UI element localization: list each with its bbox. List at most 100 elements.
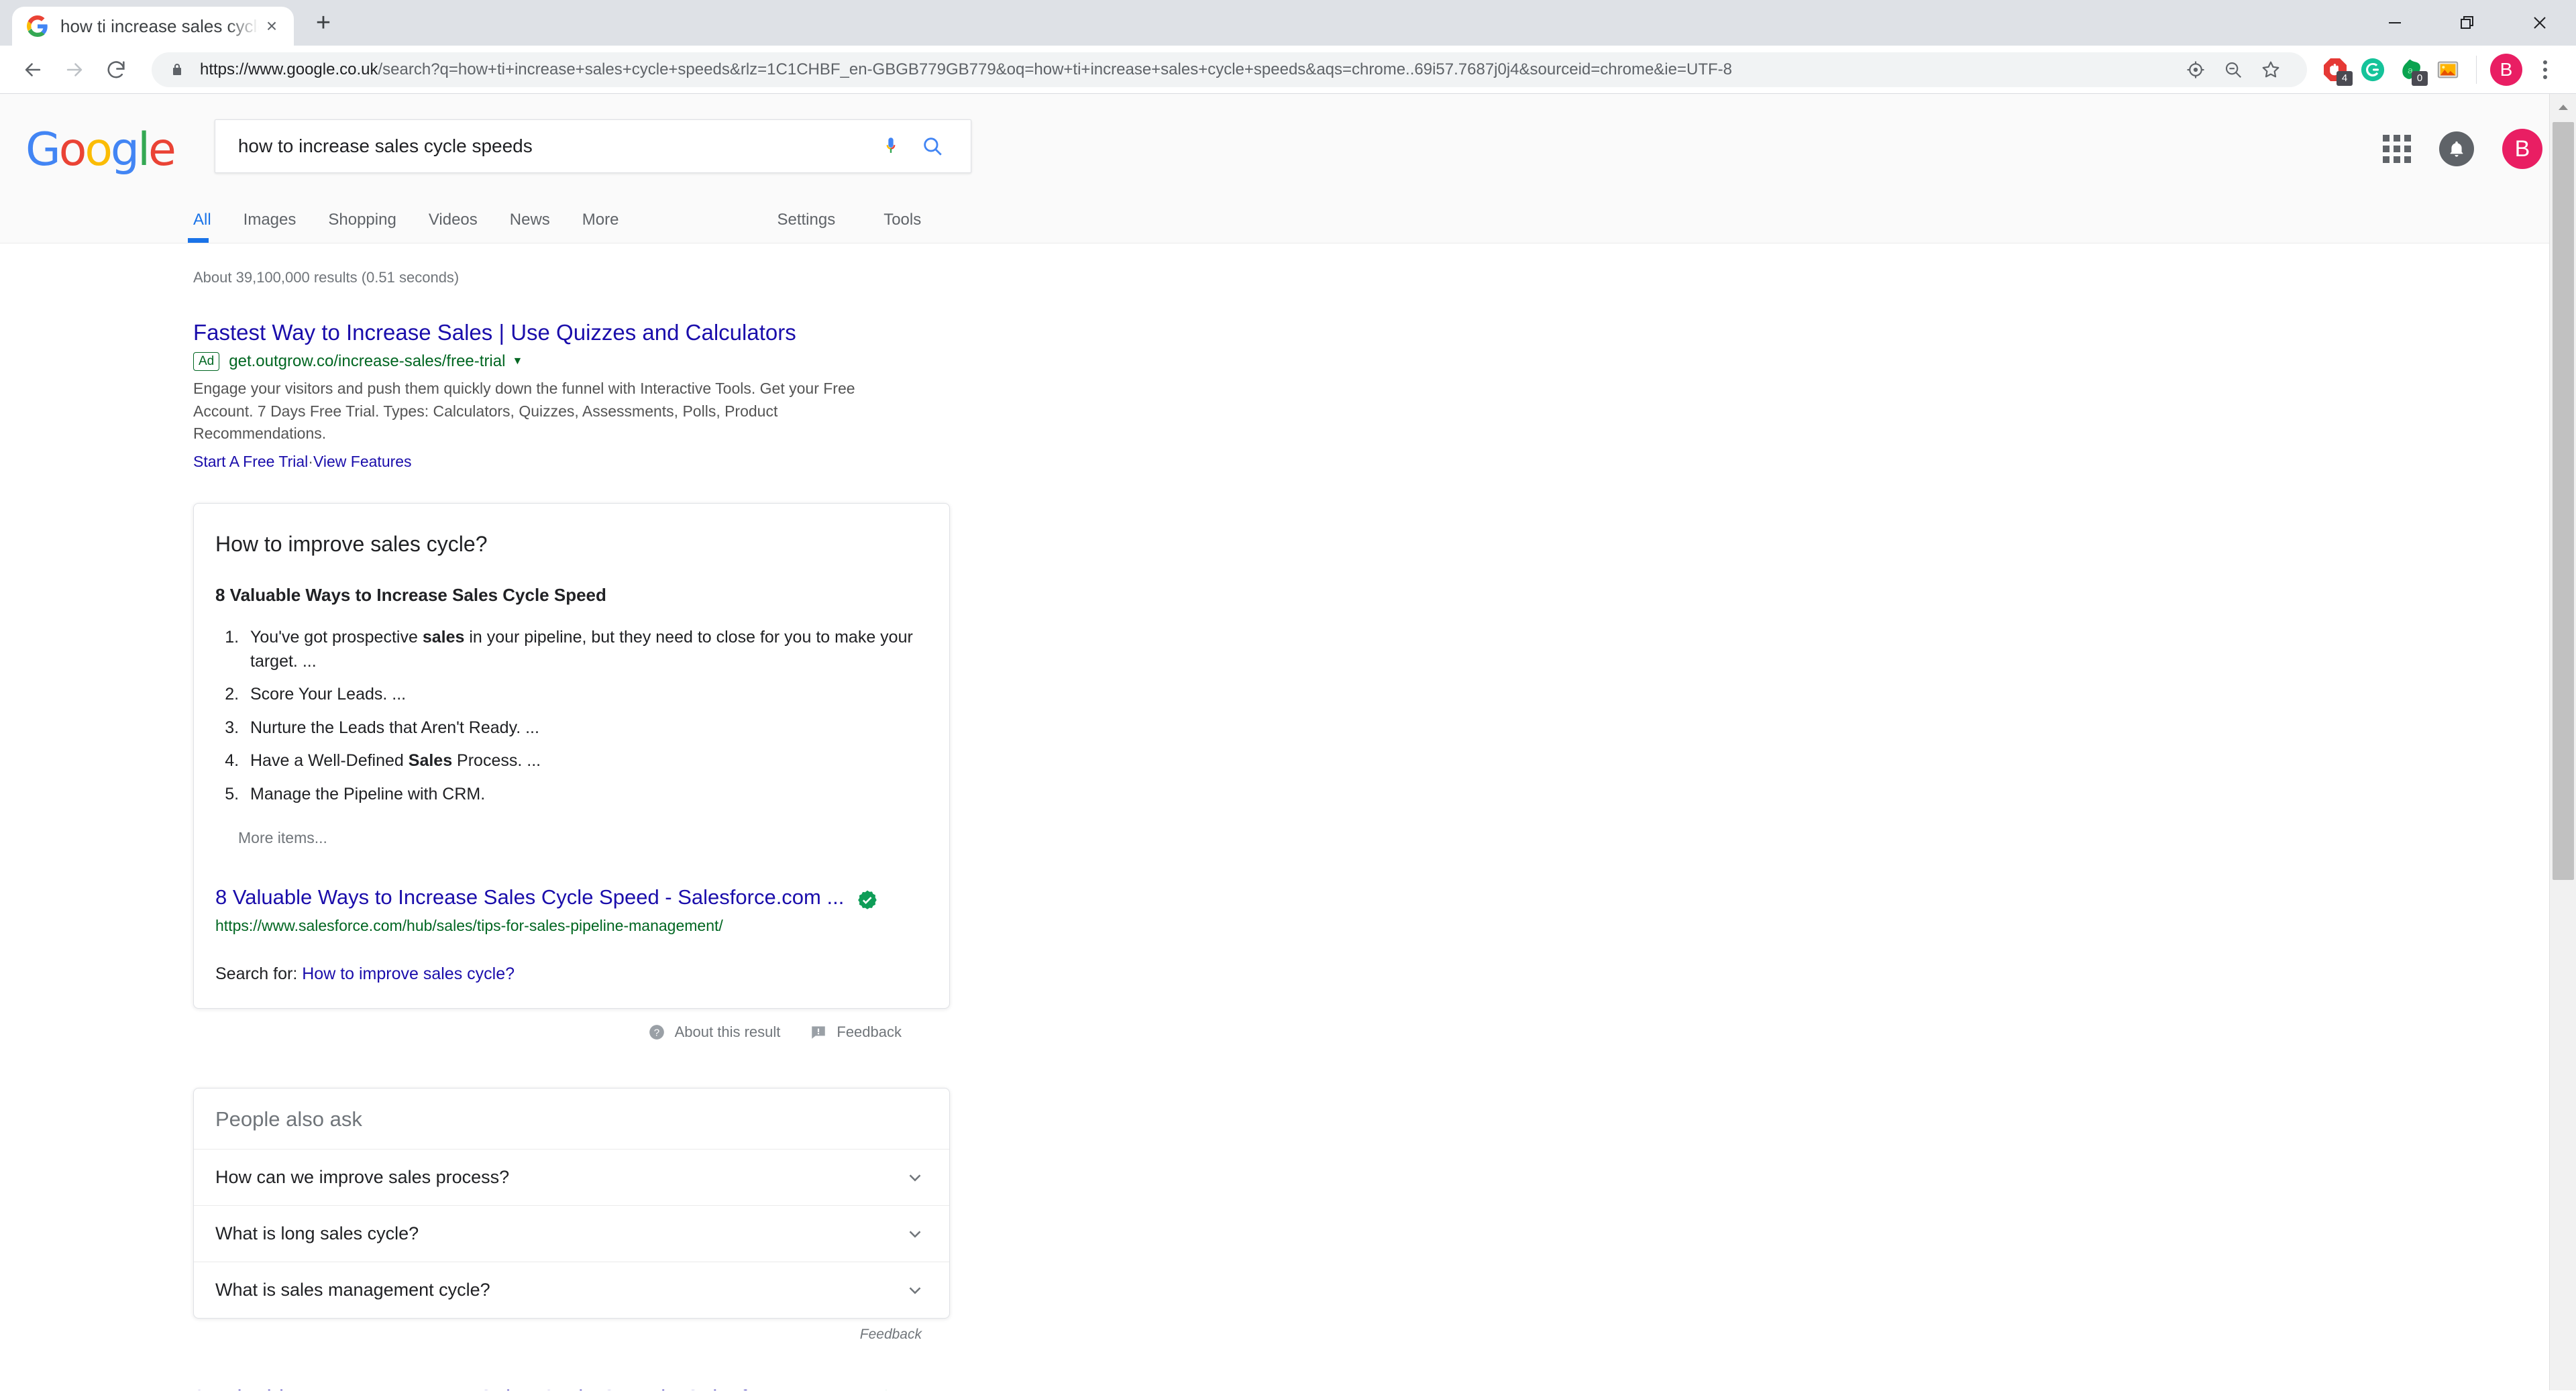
- scroll-up-arrow-icon[interactable]: [2550, 94, 2576, 121]
- ad-result: Fastest Way to Increase Sales | Use Quiz…: [193, 319, 945, 471]
- profile-avatar[interactable]: B: [2490, 54, 2522, 86]
- address-bar[interactable]: https://www.google.co.uk/search?q=how+ti…: [152, 52, 2307, 87]
- ad-sitelink-2[interactable]: View Features: [313, 453, 412, 470]
- ad-sitelink-1[interactable]: Start A Free Trial: [193, 453, 308, 470]
- notification-bell-icon[interactable]: [2439, 131, 2474, 166]
- search-for-label: Search for:: [215, 964, 297, 983]
- feedback-icon: [810, 1023, 827, 1041]
- sitelink-separator: ·: [308, 453, 313, 470]
- page-scrollbar[interactable]: [2549, 94, 2576, 1390]
- tab-news[interactable]: News: [510, 211, 569, 243]
- back-arrow-icon[interactable]: [12, 49, 54, 91]
- featured-snippet-list: You've got prospective sales in your pip…: [244, 626, 928, 806]
- green-extension-icon[interactable]: a 0: [2392, 51, 2429, 89]
- settings-button[interactable]: Settings: [777, 211, 854, 243]
- new-tab-button[interactable]: +: [303, 3, 343, 43]
- three-dot-menu-icon[interactable]: [2526, 51, 2564, 89]
- bookmark-star-icon[interactable]: [2252, 49, 2290, 91]
- about-this-result-label: About this result: [675, 1023, 781, 1041]
- about-this-result[interactable]: ? About this result: [648, 1023, 781, 1041]
- close-window-icon[interactable]: [2504, 0, 2576, 46]
- tools-button[interactable]: Tools: [883, 211, 940, 243]
- restore-icon[interactable]: [2431, 0, 2504, 46]
- list-item: Nurture the Leads that Aren't Ready. ...: [244, 716, 928, 740]
- window-controls: [2359, 0, 2576, 46]
- people-also-ask: People also ask How can we improve sales…: [193, 1088, 950, 1319]
- browser-tab[interactable]: how ti increase sales cycle speeds ×: [12, 7, 294, 46]
- paa-question[interactable]: What is sales management cycle?: [194, 1262, 949, 1318]
- location-crosshair-icon[interactable]: [2177, 49, 2214, 91]
- list-item: Manage the Pipeline with CRM.: [244, 783, 928, 807]
- chevron-down-icon: [905, 1224, 925, 1244]
- svg-text:?: ?: [653, 1027, 659, 1039]
- adblock-icon[interactable]: 4: [2316, 51, 2354, 89]
- google-account-avatar[interactable]: B: [2502, 129, 2542, 169]
- extension-icons: 4 a 0: [2316, 51, 2467, 89]
- organic-result: 8 Valuable Ways to Increase Sales Cycle …: [193, 1384, 2576, 1390]
- results-count: About 39,100,000 results (0.51 seconds): [193, 243, 2576, 286]
- logo-letter-o2: o: [85, 123, 111, 176]
- apps-grid-icon[interactable]: [2383, 135, 2411, 163]
- tab-strip: how ti increase sales cycle speeds × +: [0, 0, 2576, 46]
- ad-url-row: Ad get.outgrow.co/increase-sales/free-tr…: [193, 352, 945, 371]
- logo-letter-e: e: [148, 123, 174, 176]
- google-header: Google how to increase sales cycle speed…: [0, 94, 2576, 243]
- forward-arrow-icon[interactable]: [54, 49, 95, 91]
- address-bar-url: https://www.google.co.uk/search?q=how+ti…: [200, 60, 1732, 79]
- featured-snippet-footer: ? About this result Feedback: [193, 1023, 950, 1041]
- featured-source-url[interactable]: https://www.salesforce.com/hub/sales/tip…: [215, 917, 928, 935]
- tab-shopping[interactable]: Shopping: [328, 211, 415, 243]
- list-item: Have a Well-Defined Sales Process. ...: [244, 749, 928, 773]
- microphone-icon[interactable]: [870, 135, 912, 158]
- chevron-down-icon: [905, 1280, 925, 1300]
- featured-snippet-source: 8 Valuable Ways to Increase Sales Cycle …: [215, 885, 928, 935]
- reload-icon[interactable]: [95, 49, 137, 91]
- search-input[interactable]: how to increase sales cycle speeds: [238, 135, 870, 157]
- adblock-badge: 4: [2337, 71, 2353, 86]
- close-tab-icon[interactable]: ×: [259, 13, 284, 39]
- ad-snippet: Engage your visitors and push them quick…: [193, 378, 884, 445]
- image-extension-icon[interactable]: [2429, 51, 2467, 89]
- minimize-icon[interactable]: [2359, 0, 2431, 46]
- browser-toolbar: https://www.google.co.uk/search?q=how+ti…: [0, 46, 2576, 94]
- zoom-out-icon[interactable]: [2214, 49, 2252, 91]
- people-also-ask-heading: People also ask: [194, 1089, 949, 1150]
- google-header-right: B: [2383, 129, 2542, 169]
- list-item: Score Your Leads. ...: [244, 683, 928, 707]
- search-for-link[interactable]: How to improve sales cycle?: [302, 964, 515, 983]
- search-box[interactable]: how to increase sales cycle speeds: [215, 119, 971, 173]
- ad-sitelinks: Start A Free Trial·View Features: [193, 453, 945, 471]
- featured-source-title[interactable]: 8 Valuable Ways to Increase Sales Cycle …: [215, 885, 844, 911]
- more-items-link[interactable]: More items...: [238, 829, 928, 847]
- google-logo[interactable]: Google: [25, 127, 174, 173]
- grammarly-icon[interactable]: [2354, 51, 2392, 89]
- tab-more[interactable]: More: [582, 211, 638, 243]
- paa-question[interactable]: What is long sales cycle?: [194, 1206, 949, 1262]
- scrollbar-thumb[interactable]: [2553, 122, 2574, 880]
- paa-question-label: How can we improve sales process?: [215, 1167, 509, 1188]
- green-extension-badge: 0: [2412, 71, 2428, 86]
- feedback-button[interactable]: Feedback: [810, 1023, 902, 1041]
- search-icon[interactable]: [912, 135, 953, 158]
- tab-videos[interactable]: Videos: [429, 211, 496, 243]
- feedback-label: Feedback: [837, 1023, 902, 1041]
- tab-all[interactable]: All: [193, 211, 230, 243]
- search-tools: Settings Tools: [777, 211, 969, 243]
- url-path: /search?q=how+ti+increase+sales+cycle+sp…: [378, 60, 1732, 78]
- chevron-down-icon[interactable]: ▼: [512, 355, 523, 368]
- paa-feedback-link[interactable]: Feedback: [193, 1327, 950, 1343]
- featured-snippet-card: How to improve sales cycle? 8 Valuable W…: [193, 503, 950, 1009]
- lock-icon: [169, 62, 186, 78]
- tab-images[interactable]: Images: [244, 211, 315, 243]
- organic-title[interactable]: 8 Valuable Ways to Increase Sales Cycle …: [193, 1384, 863, 1390]
- url-host: https://www.google.co.uk: [200, 60, 378, 78]
- paa-question-label: What is long sales cycle?: [215, 1223, 419, 1244]
- ad-title[interactable]: Fastest Way to Increase Sales | Use Quiz…: [193, 320, 796, 345]
- search-nav-tabs: All Images Shopping Videos News More Set…: [0, 211, 969, 243]
- ad-url[interactable]: get.outgrow.co/increase-sales/free-trial: [229, 352, 505, 371]
- paa-question[interactable]: How can we improve sales process?: [194, 1150, 949, 1206]
- google-favicon-icon: [27, 15, 48, 37]
- logo-letter-G: G: [25, 123, 59, 176]
- logo-letter-g: g: [111, 123, 138, 176]
- verified-check-icon: [875, 1388, 898, 1390]
